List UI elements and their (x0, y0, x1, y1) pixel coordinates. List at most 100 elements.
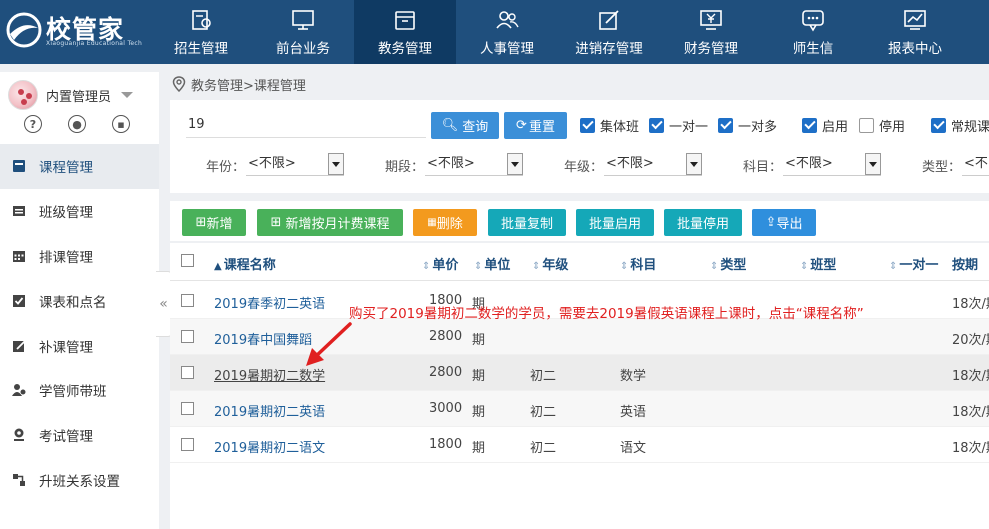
top-navbar: 校管家 Xiaoguanjia Educational Tech 招生管理 前台… (0, 0, 989, 64)
user-name: 内置管理员 (46, 89, 112, 105)
nav-finance[interactable]: 财务管理 (660, 0, 762, 64)
nav-messages[interactable]: 师生信 (762, 0, 864, 64)
grade-label: 年级： (564, 160, 604, 175)
year-select[interactable]: <不限> (246, 153, 344, 176)
reset-button[interactable]: ⟳ 重置 (504, 112, 567, 139)
row-checkbox[interactable] (181, 366, 194, 379)
nav-hr[interactable]: 人事管理 (456, 0, 558, 64)
column-header-one-on-one[interactable]: ⇕ 一对一 (889, 254, 938, 273)
course-name-link[interactable]: 2019暑期初二数学 (214, 365, 325, 384)
checkbox[interactable] (649, 117, 664, 133)
export-button[interactable]: ⇪ 导出 (752, 209, 816, 236)
column-header-grade[interactable]: ⇕ 年级 (532, 254, 568, 273)
add-button[interactable]: ⊞ 新增 (182, 209, 246, 236)
query-button[interactable]: 🔍︎ 查询 (431, 112, 499, 139)
batch-copy-button[interactable]: 批量复制 (488, 209, 566, 236)
sidebar-item-class[interactable]: 班级管理 (0, 189, 159, 234)
checkbox[interactable] (931, 117, 946, 133)
checkbox-one-on-one[interactable]: 一对一 (649, 116, 708, 135)
table-row[interactable]: 2019春中国舞蹈 2800 期 20次/期 (170, 319, 989, 355)
subject-select[interactable]: <不限> (783, 153, 881, 176)
checkbox-disabled[interactable]: 停用 (859, 116, 905, 135)
nav-inventory[interactable]: 进销存管理 (558, 0, 660, 64)
sidebar-item-course[interactable]: 课程管理 (0, 144, 159, 189)
upload-icon: ⇪ (765, 215, 777, 230)
checkbox-one-to-many[interactable]: 一对多 (718, 116, 777, 135)
header-label: 单价 (432, 258, 459, 273)
action-bar: ⊞ 新增 ⊞ 新增按月计费课程 ▦ 删除 批量复制 批量启用 批量停用 ⇪ 导出 (170, 201, 989, 241)
button-label: 删除 (436, 217, 463, 232)
sidebar-item-timetable[interactable]: 课表和点名 (0, 278, 159, 323)
checkbox[interactable] (580, 117, 595, 133)
nav-frontdesk[interactable]: 前台业务 (252, 0, 354, 64)
dropdown-arrow-icon[interactable] (328, 153, 344, 175)
add-monthly-course-button[interactable]: ⊞ 新增按月计费课程 (257, 209, 403, 236)
checkbox[interactable] (718, 117, 733, 133)
course-name-link[interactable]: 2019暑期初二英语 (214, 401, 325, 420)
sidebar-item-label: 升班关系设置 (39, 473, 120, 490)
header-label: 班型 (810, 258, 837, 273)
help-icon[interactable]: ? (24, 115, 42, 133)
column-header-unit[interactable]: ⇕ 单位 (474, 254, 510, 273)
search-input[interactable] (186, 112, 426, 138)
grade-select[interactable]: <不限> (604, 153, 702, 176)
finance-icon (700, 10, 722, 30)
nav-reports[interactable]: 报表中心 (864, 0, 966, 64)
grid-plus-icon: ⊞ (195, 215, 207, 230)
sidebar-item-tutor[interactable]: 学管师带班 (0, 368, 159, 413)
nav-label: 进销存管理 (575, 41, 643, 57)
checkbox-group-class[interactable]: 集体班 (580, 116, 639, 135)
nav-academic[interactable]: 教务管理 (354, 0, 456, 64)
checkbox-label: 常规课 (951, 119, 989, 135)
checkbox-regular[interactable]: 常规课 (931, 116, 989, 135)
table-row[interactable]: 2019暑期初二数学 2800 期 初二 数学 18次/期 (170, 355, 989, 391)
sidebar-item-exam[interactable]: 考试管理 (0, 413, 159, 458)
double-chevron-left-icon: « (159, 296, 168, 312)
course-name-link[interactable]: 2019春中国舞蹈 (214, 329, 312, 348)
trash-icon: ▦ (427, 217, 437, 228)
checkbox-enabled[interactable]: 启用 (802, 116, 848, 135)
row-checkbox[interactable] (181, 438, 194, 451)
column-header-by-term[interactable]: 按期 (952, 254, 978, 273)
checkbox[interactable] (802, 117, 817, 133)
grid-plus-icon: ⊞ (270, 215, 282, 230)
row-checkbox[interactable] (181, 402, 194, 415)
row-checkbox[interactable] (181, 294, 194, 307)
column-header-subject[interactable]: ⇕ 科目 (620, 254, 656, 273)
chevron-down-icon (121, 92, 134, 98)
term-label: 期段： (385, 160, 425, 175)
batch-disable-button[interactable]: 批量停用 (664, 209, 742, 236)
checkbox[interactable] (859, 117, 874, 133)
nav-label: 教务管理 (378, 41, 432, 57)
message-icon[interactable]: ▪ (112, 115, 130, 133)
sidebar-item-schedule[interactable]: 排课管理 (0, 234, 159, 279)
column-header-price[interactable]: ⇕ 单价 (422, 254, 458, 273)
sort-asc-icon: ▲ (214, 261, 222, 272)
table-row[interactable]: 2019暑期初二语文 1800 期 初二 语文 18次/期 (170, 427, 989, 463)
brand-logo[interactable]: 校管家 Xiaoguanjia Educational Tech (6, 8, 166, 54)
course-name-link[interactable]: 2019暑期初二语文 (214, 437, 325, 456)
column-header-name[interactable]: ▲ 课程名称 (214, 254, 276, 273)
row-checkbox[interactable] (181, 330, 194, 343)
dropdown-arrow-icon[interactable] (865, 153, 881, 175)
dropdown-arrow-icon[interactable] (686, 153, 702, 175)
cell-by-term: 20次/期 (952, 333, 989, 348)
sidebar-item-promote[interactable]: 升班关系设置 (0, 458, 159, 503)
course-name-link[interactable]: 2019春季初二英语 (214, 293, 325, 312)
user-menu[interactable]: 内置管理员 (8, 80, 134, 110)
dropdown-arrow-icon[interactable] (507, 153, 523, 175)
cell-price: 2800 (429, 329, 463, 344)
term-select[interactable]: <不限> (425, 153, 523, 176)
column-header-type[interactable]: ⇕ 类型 (710, 254, 746, 273)
type-select[interactable]: <不限> (962, 153, 989, 176)
sidebar-item-makeup[interactable]: 补课管理 (0, 323, 159, 368)
nav-enroll[interactable]: 招生管理 (150, 0, 252, 64)
table-row[interactable]: 2019暑期初二英语 3000 期 初二 英语 18次/期 (170, 391, 989, 427)
delete-button[interactable]: ▦ 删除 (413, 209, 477, 236)
batch-enable-button[interactable]: 批量启用 (576, 209, 654, 236)
select-all-checkbox[interactable] (181, 254, 194, 267)
logo-icon (6, 12, 42, 48)
bell-icon[interactable]: ● (68, 115, 86, 133)
cell-subject: 语文 (620, 441, 647, 456)
column-header-class-type[interactable]: ⇕ 班型 (800, 254, 836, 273)
